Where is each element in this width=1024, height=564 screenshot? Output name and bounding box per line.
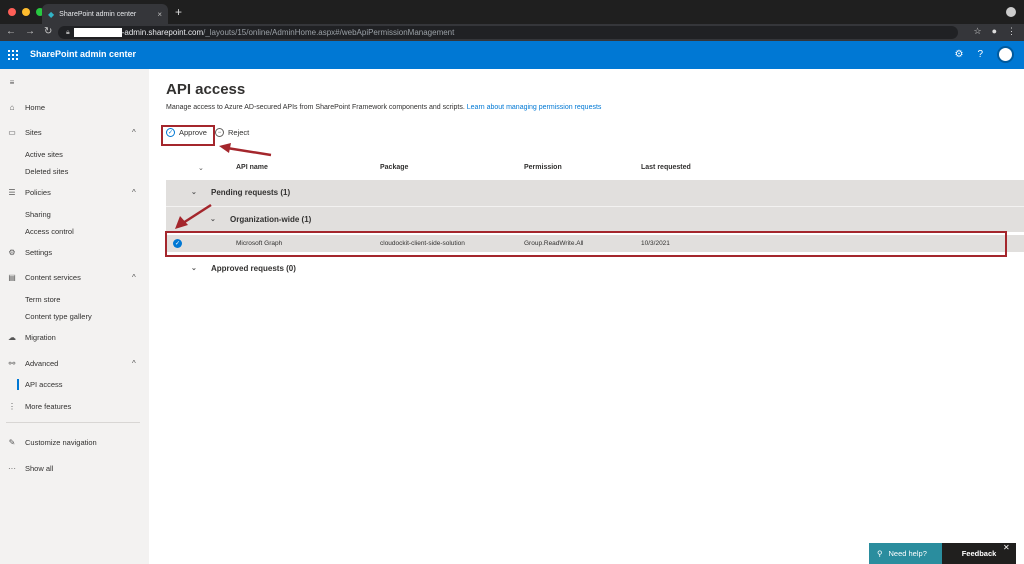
nav-content-type-gallery[interactable]: Content type gallery bbox=[0, 307, 149, 325]
nav-settings[interactable]: ⚙ Settings bbox=[0, 243, 149, 261]
minimize-window-button[interactable] bbox=[22, 8, 30, 16]
nav-term-store[interactable]: Term store bbox=[0, 290, 149, 308]
learn-more-link[interactable]: Learn about managing permission requests bbox=[467, 104, 602, 111]
nav-content-services[interactable]: ▤ Content services ^ bbox=[0, 268, 149, 286]
header-actions: ⚙ ? bbox=[954, 46, 1014, 63]
need-help-button[interactable]: ⚲ Need help? bbox=[869, 543, 942, 564]
reject-button[interactable]: − Reject bbox=[215, 128, 249, 137]
content-services-icon: ▤ bbox=[8, 272, 16, 282]
hamburger-menu[interactable]: ≡ bbox=[0, 73, 149, 91]
page-title: API access bbox=[166, 81, 246, 98]
page-description: Manage access to Azure AD-secured APIs f… bbox=[166, 104, 602, 111]
nav-api-access[interactable]: API access bbox=[0, 375, 149, 393]
nav-show-all[interactable]: ··· Show all bbox=[0, 459, 149, 477]
column-header-last-requested[interactable]: Last requested bbox=[641, 164, 691, 171]
app-header: SharePoint admin center ⚙ ? bbox=[0, 41, 1024, 69]
back-arrow-icon[interactable]: ← bbox=[6, 26, 16, 37]
close-window-button[interactable] bbox=[8, 8, 16, 16]
help-chat-icon: ⚲ bbox=[877, 549, 883, 558]
browser-tab[interactable]: ◆ SharePoint admin center × bbox=[42, 4, 168, 24]
forward-arrow-icon[interactable]: → bbox=[25, 26, 35, 37]
advanced-icon: ⚯ bbox=[8, 358, 16, 368]
nav-migration[interactable]: ☁ Migration bbox=[0, 328, 149, 346]
browser-menu-icon[interactable] bbox=[1006, 7, 1016, 17]
chevron-up-icon[interactable]: ^ bbox=[132, 273, 136, 282]
nav-sites[interactable]: ▭ Sites ^ bbox=[0, 123, 149, 141]
policies-icon: ☰ bbox=[8, 187, 16, 197]
minus-circle-icon: − bbox=[215, 128, 224, 137]
main-content: API access Manage access to Azure AD-sec… bbox=[149, 69, 1024, 564]
browser-actions: ☆ ● ⋮ bbox=[973, 26, 1016, 37]
url-host: -admin.sharepoint.com bbox=[121, 28, 204, 37]
nav-active-sites[interactable]: Active sites bbox=[0, 145, 149, 163]
group-organization-wide[interactable]: ⌄ Organization-wide (1) bbox=[166, 206, 1024, 232]
group-approved-requests[interactable]: ⌄ Approved requests (0) bbox=[166, 256, 1024, 282]
window-controls bbox=[8, 8, 44, 16]
chevron-down-icon[interactable]: ⌄ bbox=[191, 188, 197, 196]
bookmark-star-icon[interactable]: ☆ bbox=[973, 26, 981, 37]
gear-icon[interactable]: ⚙ bbox=[954, 49, 963, 60]
redacted-url-part bbox=[73, 28, 122, 37]
close-icon[interactable]: ✕ bbox=[1003, 543, 1010, 552]
nav-more-features[interactable]: ⋮ More features bbox=[0, 397, 149, 415]
nav-customize-navigation[interactable]: ✎ Customize navigation bbox=[0, 433, 149, 451]
more-menu-icon[interactable]: ⋮ bbox=[1007, 26, 1016, 37]
chevron-up-icon[interactable]: ^ bbox=[132, 188, 136, 197]
browser-toolbar: ← → ↻ 🔒︎ -admin.sharepoint.com /_layouts… bbox=[0, 24, 1024, 41]
tab-title: SharePoint admin center bbox=[59, 10, 137, 18]
lock-icon: 🔒︎ bbox=[66, 28, 70, 36]
column-header-api-name[interactable]: API name bbox=[236, 164, 268, 171]
nav-home[interactable]: ⌂ Home bbox=[0, 98, 149, 116]
group-pending-requests[interactable]: ⌄ Pending requests (1) bbox=[166, 180, 1024, 206]
nav-buttons: ← → ↻ bbox=[6, 26, 52, 37]
sites-icon: ▭ bbox=[8, 127, 16, 137]
nav-access-control[interactable]: Access control bbox=[0, 222, 149, 240]
select-all-chevron-icon[interactable]: ⌄ bbox=[198, 164, 204, 172]
help-icon[interactable]: ? bbox=[977, 49, 983, 60]
pencil-icon: ✎ bbox=[8, 437, 16, 447]
chevron-up-icon[interactable]: ^ bbox=[132, 359, 136, 368]
url-path: /_layouts/15/online/AdminHome.aspx#/webA… bbox=[203, 28, 455, 37]
column-header-package[interactable]: Package bbox=[380, 164, 408, 171]
highlight-box-approve bbox=[161, 125, 215, 146]
hamburger-icon: ≡ bbox=[9, 77, 15, 87]
close-tab-icon[interactable]: × bbox=[157, 10, 162, 19]
migration-icon: ☁ bbox=[8, 332, 16, 342]
left-navigation: ≡ ⌂ Home ▭ Sites ^ Active sites Deleted … bbox=[0, 69, 149, 564]
annotation-arrow-row bbox=[175, 203, 212, 229]
browser-title-bar: ◆ SharePoint admin center × + bbox=[0, 0, 1024, 24]
chevron-down-icon[interactable]: ⌄ bbox=[191, 264, 197, 272]
ellipsis-icon: ··· bbox=[8, 463, 16, 473]
nav-deleted-sites[interactable]: Deleted sites bbox=[0, 162, 149, 180]
app-title[interactable]: SharePoint admin center bbox=[30, 49, 136, 59]
home-icon: ⌂ bbox=[9, 102, 15, 112]
annotation-arrow-approve bbox=[219, 143, 272, 157]
column-header-permission[interactable]: Permission bbox=[524, 164, 562, 171]
more-features-icon: ⋮ bbox=[8, 401, 16, 411]
sidebar-divider bbox=[6, 422, 140, 423]
profile-icon[interactable]: ● bbox=[992, 26, 997, 37]
app-launcher-icon[interactable] bbox=[8, 50, 18, 60]
avatar[interactable] bbox=[997, 46, 1014, 63]
nav-sharing[interactable]: Sharing bbox=[0, 205, 149, 223]
nav-advanced[interactable]: ⚯ Advanced ^ bbox=[0, 354, 149, 372]
address-bar[interactable]: 🔒︎ -admin.sharepoint.com /_layouts/15/on… bbox=[58, 26, 958, 39]
chevron-up-icon[interactable]: ^ bbox=[132, 128, 136, 137]
sharepoint-favicon-icon: ◆ bbox=[48, 9, 55, 19]
nav-policies[interactable]: ☰ Policies ^ bbox=[0, 183, 149, 201]
highlight-box-row bbox=[165, 231, 1007, 257]
reload-icon[interactable]: ↻ bbox=[44, 26, 52, 37]
new-tab-button[interactable]: + bbox=[175, 5, 182, 19]
settings-icon: ⚙ bbox=[8, 247, 16, 257]
